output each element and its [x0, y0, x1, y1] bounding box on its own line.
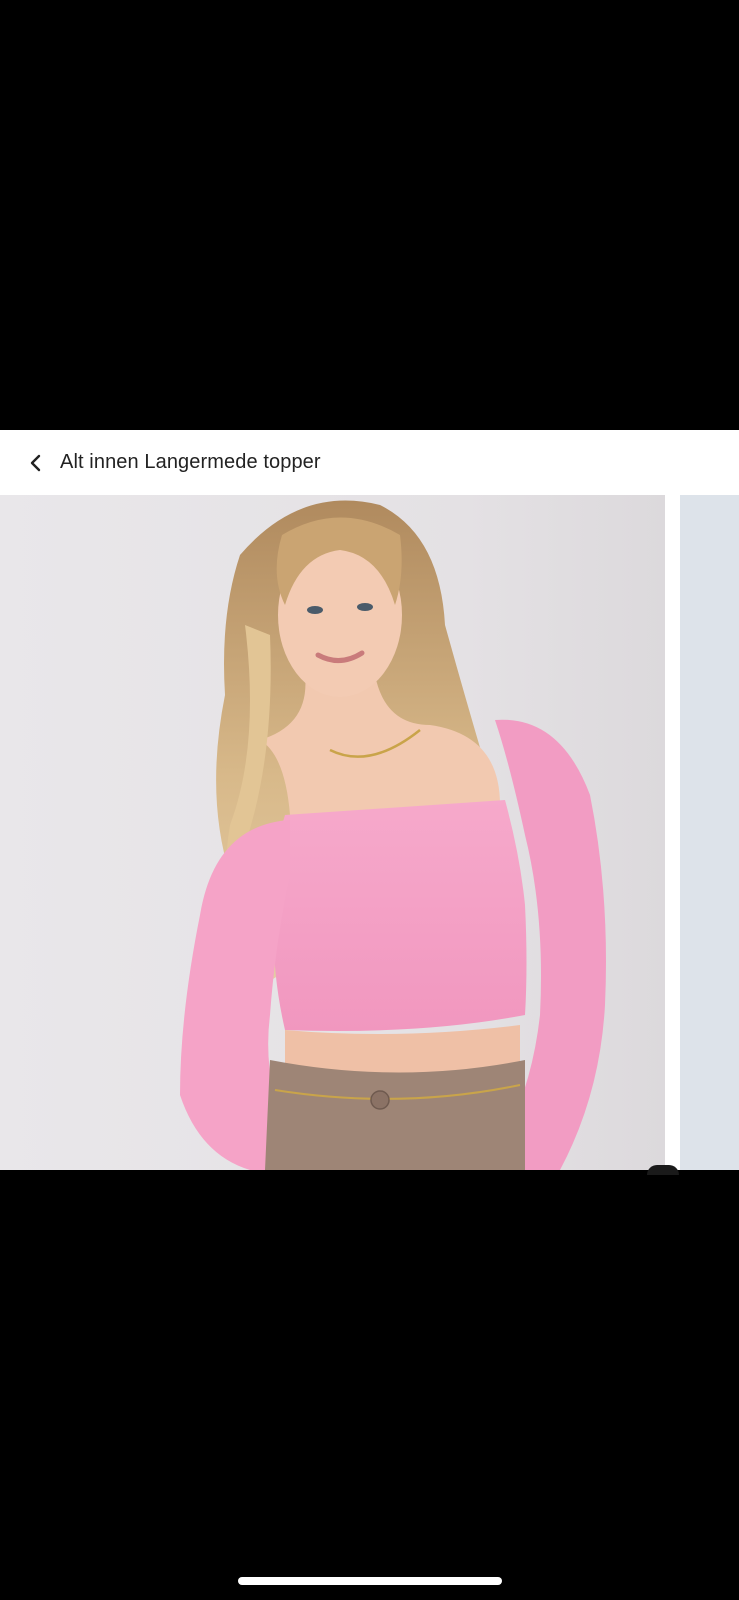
chevron-left-icon: [30, 454, 41, 471]
back-button[interactable]: [24, 451, 48, 475]
header-bar: Alt innen Langermede topper: [0, 430, 739, 495]
image-gallery[interactable]: [0, 495, 739, 1170]
page-title: Alt innen Langermede topper: [60, 451, 321, 473]
bottom-black-area: [0, 1170, 739, 1600]
home-indicator[interactable]: [237, 1577, 502, 1585]
product-photo[interactable]: [0, 495, 665, 1170]
model-illustration: [0, 495, 665, 1170]
top-black-area: [0, 0, 739, 430]
next-product-photo[interactable]: [680, 495, 739, 1170]
carousel-scroll-indicator: [647, 1165, 679, 1175]
